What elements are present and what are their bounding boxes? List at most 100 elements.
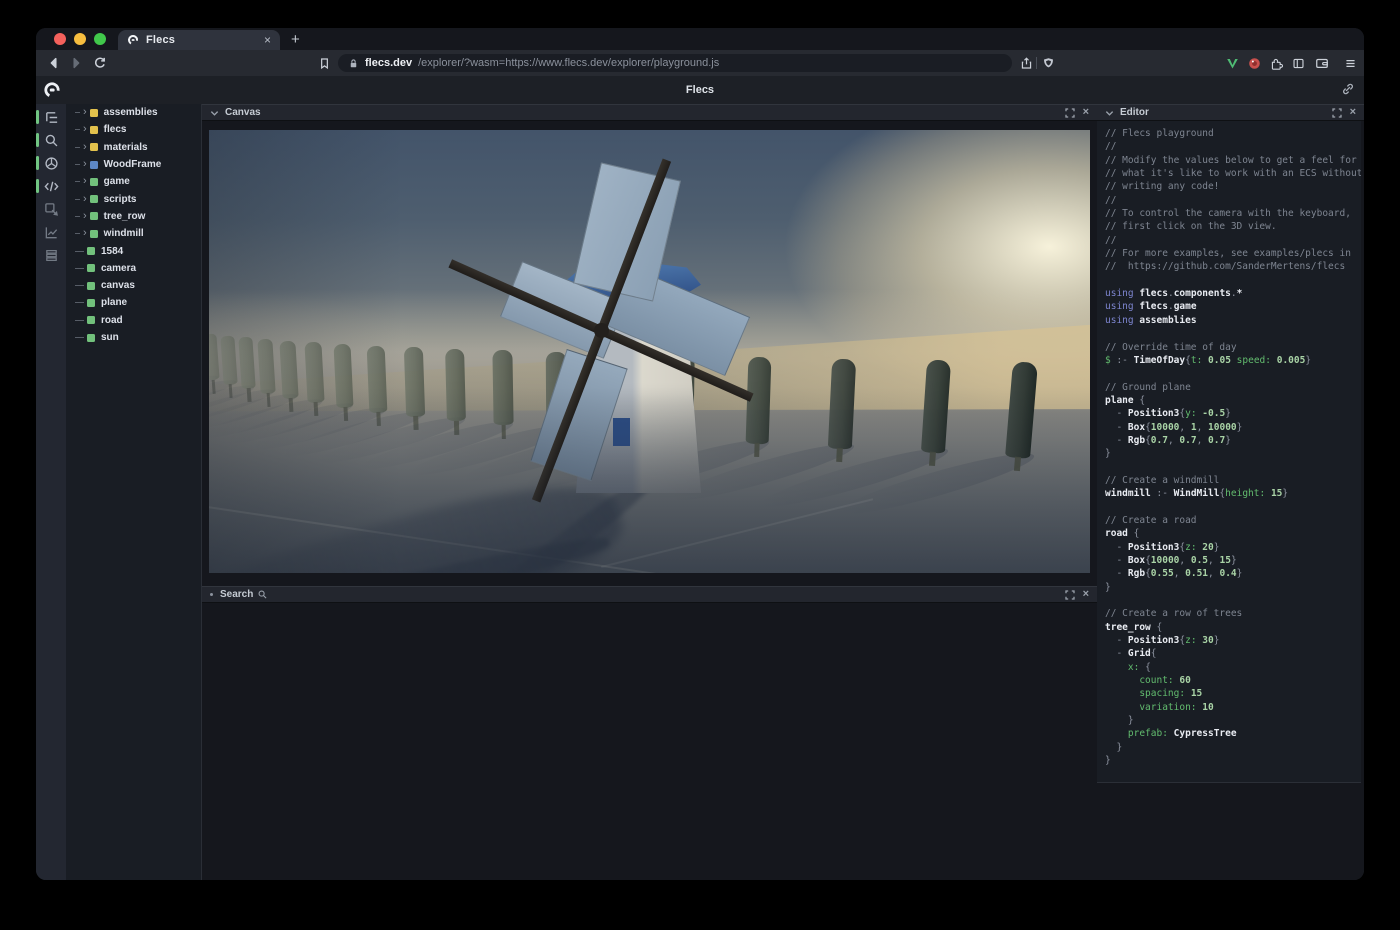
code-line: - Position3{z: 20} <box>1105 541 1361 554</box>
extensions-puzzle-icon[interactable] <box>1266 53 1286 73</box>
fullscreen-icon[interactable] <box>1065 590 1075 600</box>
fullscreen-icon[interactable] <box>1332 108 1342 118</box>
shield-icon[interactable] <box>1038 53 1058 73</box>
back-icon[interactable] <box>44 53 64 73</box>
tree-item-label: sun <box>101 332 119 343</box>
rail-inspect-icon[interactable] <box>36 201 66 217</box>
rail-code-icon[interactable] <box>36 178 66 194</box>
tree-twig <box>75 199 80 200</box>
menu-icon[interactable] <box>1340 53 1360 73</box>
toolbar-divider <box>1036 57 1037 69</box>
tree-item-windmill[interactable]: › windmill <box>66 225 201 242</box>
code-editor[interactable]: // Flecs playground//// Modify the value… <box>1097 121 1361 783</box>
tree-item-1584[interactable]: 1584 <box>66 242 201 259</box>
entity-tree: ›assemblies›flecs›materials›WoodFrame›ga… <box>66 104 201 880</box>
tab-close-icon[interactable]: × <box>264 34 271 46</box>
extension-v-icon[interactable] <box>1222 53 1242 73</box>
code-line <box>1105 501 1361 514</box>
url-path: /explorer/?wasm=https://www.flecs.dev/ex… <box>418 57 719 69</box>
reload-icon[interactable] <box>90 53 110 73</box>
expand-chevron-icon[interactable]: › <box>83 176 87 187</box>
tree-item-road[interactable]: road <box>66 312 201 329</box>
tree-item-scripts[interactable]: ›scripts <box>66 190 201 207</box>
tree-item-sun[interactable]: sun <box>66 329 201 346</box>
rail-sphere-icon[interactable] <box>36 155 66 171</box>
tree-twig <box>75 216 80 217</box>
canvas-panel-header: Canvas × <box>202 104 1097 121</box>
expand-chevron-icon[interactable]: › <box>83 228 87 239</box>
tree-item-tree_row[interactable]: ›tree_row <box>66 208 201 225</box>
expand-chevron-icon[interactable]: › <box>83 142 87 153</box>
close-icon[interactable]: × <box>1350 107 1356 118</box>
code-line: - Rgb{0.55, 0.51, 0.4} <box>1105 567 1361 580</box>
tree-item-WoodFrame[interactable]: ›WoodFrame <box>66 156 201 173</box>
tree-item-label: canvas <box>101 280 135 291</box>
code-line: tree_row { <box>1105 621 1361 634</box>
code-line: // To control the camera with the keyboa… <box>1105 207 1361 220</box>
tree-item-label: flecs <box>104 124 127 135</box>
code-line: // first click on the 3D view. <box>1105 220 1361 233</box>
code-line: // Flecs playground <box>1105 127 1361 140</box>
code-line: count: 60 <box>1105 674 1361 687</box>
code-line: } <box>1105 741 1361 754</box>
code-line: prefab: CypressTree <box>1105 727 1361 740</box>
expand-chevron-icon[interactable]: › <box>83 211 87 222</box>
tree-item-materials[interactable]: › materials <box>66 139 201 156</box>
tree-item-label: windmill <box>104 228 144 239</box>
extension-red-icon[interactable] <box>1244 53 1264 73</box>
code-line: // Modify the values below to get a feel… <box>1105 154 1361 167</box>
entity-color-swatch <box>87 316 95 324</box>
3d-canvas-view[interactable] <box>209 130 1090 573</box>
entity-color-swatch <box>90 230 98 238</box>
rail-search-icon[interactable] <box>36 132 66 148</box>
bookmark-icon[interactable] <box>314 53 334 73</box>
browser-tab[interactable]: Flecs × <box>118 30 280 50</box>
rail-rows-icon[interactable] <box>36 247 66 263</box>
code-line: - Position3{z: 30} <box>1105 634 1361 647</box>
expand-chevron-icon[interactable]: › <box>83 107 87 118</box>
code-line: } <box>1105 714 1361 727</box>
expand-chevron-icon[interactable]: › <box>83 124 87 135</box>
expand-chevron-icon[interactable]: › <box>83 194 87 205</box>
fullscreen-icon[interactable] <box>1065 108 1075 118</box>
tree-item-assemblies[interactable]: › assemblies <box>66 104 201 121</box>
expand-chevron-icon[interactable]: › <box>83 159 87 170</box>
forward-icon[interactable] <box>66 53 86 73</box>
wallet-icon[interactable] <box>1312 53 1332 73</box>
rail-hierarchy-icon[interactable] <box>36 109 66 125</box>
close-window-button[interactable] <box>54 33 66 45</box>
tree-item-label: game <box>104 176 130 187</box>
tree-item-label: assemblies <box>104 107 158 118</box>
chevron-down-icon[interactable] <box>210 109 219 117</box>
tree-item-label: camera <box>101 263 136 274</box>
editor-panel-title: Editor <box>1120 107 1149 118</box>
code-line <box>1105 367 1361 380</box>
tree-item-flecs[interactable]: › flecs <box>66 121 201 138</box>
chevron-down-icon[interactable] <box>1105 109 1114 117</box>
tree-item-camera[interactable]: camera <box>66 260 201 277</box>
sidebar-toggle-icon[interactable] <box>1288 53 1308 73</box>
close-icon[interactable]: × <box>1083 589 1089 600</box>
tab-title: Flecs <box>146 34 257 46</box>
new-tab-button[interactable]: + <box>280 31 311 50</box>
editor-panel-header: Editor × <box>1097 104 1364 121</box>
minimize-window-button[interactable] <box>74 33 86 45</box>
share-icon[interactable] <box>1016 53 1036 73</box>
code-line: - Box{10000, 1, 10000} <box>1105 421 1361 434</box>
close-icon[interactable]: × <box>1083 107 1089 118</box>
entity-color-swatch <box>90 143 98 151</box>
entity-color-swatch <box>90 195 98 203</box>
tree-item-plane[interactable]: plane <box>66 294 201 311</box>
panel-collapse-marker[interactable] <box>210 593 213 596</box>
tree-item-canvas[interactable]: canvas <box>66 277 201 294</box>
rail-chart-icon[interactable] <box>36 224 66 240</box>
search-panel-header: Search × <box>202 586 1097 603</box>
share-link-icon[interactable] <box>1341 82 1355 96</box>
entity-color-swatch <box>90 161 98 169</box>
entity-color-swatch <box>90 109 98 117</box>
zoom-window-button[interactable] <box>94 33 106 45</box>
tree-item-game[interactable]: › game <box>66 173 201 190</box>
lock-icon <box>348 58 359 69</box>
url-bar[interactable]: flecs.dev /explorer/?wasm=https://www.fl… <box>338 54 1012 72</box>
tree-item-label: materials <box>104 142 148 153</box>
